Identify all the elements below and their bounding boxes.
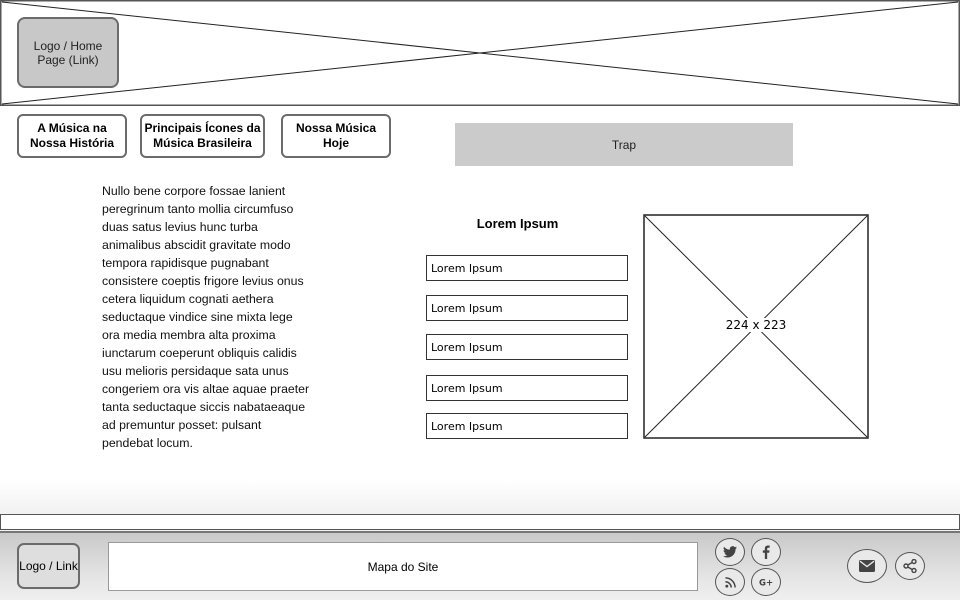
header-banner-image: [0, 0, 960, 106]
article-body-text: Nullo bene corpore fossae lanient peregr…: [102, 184, 310, 450]
share-icon[interactable]: [895, 552, 925, 580]
list-item[interactable]: Lorem Ipsum: [426, 334, 628, 360]
nav-button-historia[interactable]: A Música na Nossa História: [17, 114, 127, 158]
nav-button-hoje[interactable]: Nossa Música Hoje: [281, 114, 391, 158]
svg-text:G+: G+: [759, 579, 773, 588]
nav-button-icones[interactable]: Principais Ícones da Música Brasileira: [140, 114, 265, 158]
list-title: Lorem Ipsum: [476, 216, 559, 231]
list-item[interactable]: Lorem Ipsum: [426, 413, 628, 439]
logo-home-link[interactable]: Logo / Home Page (Link): [17, 17, 119, 88]
mail-icon[interactable]: [847, 549, 887, 583]
image-dimensions-label: 224 x 223: [723, 318, 789, 332]
list-item[interactable]: Lorem Ipsum: [426, 375, 628, 401]
footer-logo-link[interactable]: Logo / Link: [17, 543, 80, 589]
divider-bar: [0, 514, 960, 530]
google-plus-icon[interactable]: G+: [751, 568, 781, 596]
rss-icon[interactable]: [715, 568, 745, 596]
facebook-icon[interactable]: [751, 538, 781, 566]
twitter-icon[interactable]: [715, 538, 745, 566]
list-item[interactable]: Lorem Ipsum: [426, 295, 628, 321]
list-item[interactable]: Lorem Ipsum: [426, 255, 628, 281]
sitemap-link[interactable]: Mapa do Site: [108, 542, 698, 591]
topic-title-bar: Trap: [455, 123, 793, 166]
